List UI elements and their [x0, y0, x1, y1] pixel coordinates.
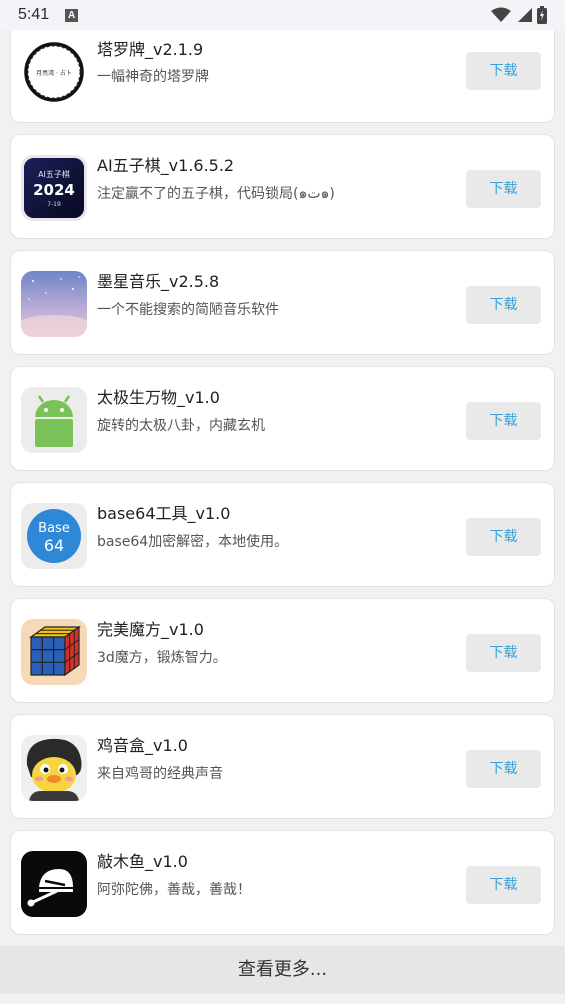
- base64-icon: Base 64: [21, 503, 87, 569]
- app-name: 墨星音乐_v2.5.8: [97, 272, 220, 291]
- app-name: 太极生万物_v1.0: [97, 388, 220, 407]
- app-card[interactable]: 敲木鱼_v1.0 阿弥陀佛，善哉，善哉！ 下载: [10, 830, 555, 935]
- app-name: 完美魔方_v1.0: [97, 620, 204, 639]
- gomoku-icon-date: 7-19: [47, 201, 61, 208]
- tarot-icon-text: 月亮湾 · 占卜: [36, 69, 72, 77]
- cartoon-chicken-icon: [21, 735, 87, 801]
- base64-icon-top: Base: [38, 521, 70, 536]
- gomoku-icon-title: AI五子棋: [38, 169, 70, 179]
- download-button[interactable]: 下载: [466, 634, 541, 672]
- rubiks-cube-icon: [21, 619, 87, 685]
- battery-icon: [537, 6, 547, 24]
- download-button[interactable]: 下载: [466, 866, 541, 904]
- app-card[interactable]: 月亮湾 · 占卜 塔罗牌_v2.1.9 一幅神奇的塔罗牌 下载: [10, 18, 555, 123]
- app-description: 阿弥陀佛，善哉，善哉！: [97, 882, 251, 898]
- app-name: 塔罗牌_v2.1.9: [97, 40, 204, 59]
- app-description: 3d魔方，锻炼智力。: [97, 650, 227, 666]
- status-time: 5:41: [18, 6, 50, 23]
- tarot-icon: 月亮湾 · 占卜: [21, 39, 87, 105]
- app-card[interactable]: 完美魔方_v1.0 3d魔方，锻炼智力。 下载: [10, 598, 555, 703]
- starry-sky-icon: [21, 271, 87, 337]
- app-description: 旋转的太极八卦，内藏玄机: [97, 418, 265, 434]
- app-card[interactable]: 墨星音乐_v2.5.8 一个不能搜索的简陋音乐软件 下载: [10, 250, 555, 355]
- app-card[interactable]: 鸡音盒_v1.0 来自鸡哥的经典声音 下载: [10, 714, 555, 819]
- download-button[interactable]: 下载: [466, 170, 541, 208]
- app-name: 鸡音盒_v1.0: [97, 736, 188, 755]
- base64-icon-bottom: 64: [44, 536, 64, 555]
- download-button[interactable]: 下载: [466, 286, 541, 324]
- view-more-button[interactable]: 查看更多...: [0, 946, 565, 994]
- a-notification-icon: A: [65, 8, 79, 22]
- download-button[interactable]: 下载: [466, 402, 541, 440]
- app-name: base64工具_v1.0: [97, 504, 231, 523]
- app-description: 一幅神奇的塔罗牌: [97, 69, 209, 85]
- download-button[interactable]: 下载: [466, 750, 541, 788]
- app-description: 一个不能搜索的简陋音乐软件: [97, 302, 279, 318]
- signal-icon: [518, 8, 532, 22]
- app-name: AI五子棋_v1.6.5.2: [97, 156, 235, 175]
- gomoku-icon-year: 2024: [33, 181, 75, 199]
- app-description: base64加密解密，本地使用。: [97, 534, 289, 550]
- download-button[interactable]: 下载: [466, 518, 541, 556]
- app-card[interactable]: 太极生万物_v1.0 旋转的太极八卦，内藏玄机 下载: [10, 366, 555, 471]
- status-icons: [491, 6, 547, 24]
- bottom-strip: [0, 994, 565, 1004]
- download-button[interactable]: 下载: [466, 52, 541, 90]
- android-icon: [21, 387, 87, 453]
- app-card[interactable]: Base 64 base64工具_v1.0 base64加密解密，本地使用。 下…: [10, 482, 555, 587]
- app-name: 敲木鱼_v1.0: [97, 852, 188, 871]
- gomoku-icon: AI五子棋 2024 7-19: [21, 155, 87, 221]
- app-description: 注定赢不了的五子棋，代码锁局(๑ت๑): [97, 186, 335, 202]
- app-description: 来自鸡哥的经典声音: [97, 766, 223, 782]
- app-card[interactable]: AI五子棋 2024 7-19 AI五子棋_v1.6.5.2 注定赢不了的五子棋…: [10, 134, 555, 239]
- status-bar: 5:41 A: [0, 0, 565, 30]
- wifi-icon: [491, 7, 511, 22]
- wooden-fish-icon: [21, 851, 87, 917]
